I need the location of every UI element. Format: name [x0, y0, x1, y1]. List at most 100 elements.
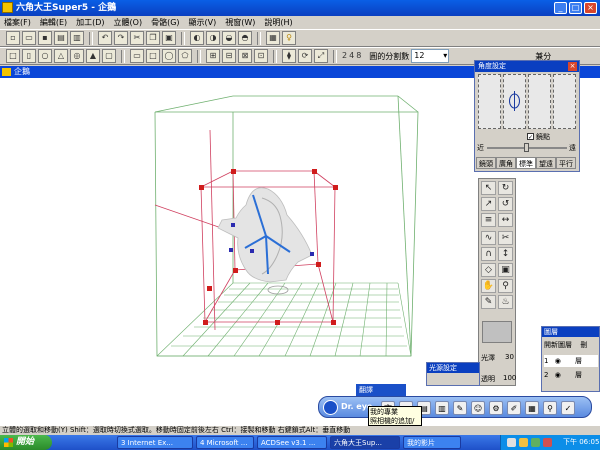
- hand-icon[interactable]: ✋: [481, 279, 496, 293]
- rotate-ccw-icon[interactable]: ↺: [498, 197, 513, 211]
- dreye-edit-icon[interactable]: ✐: [507, 401, 521, 415]
- dreye-search-icon[interactable]: ⚲: [543, 401, 557, 415]
- eye-icon[interactable]: ◉: [555, 357, 561, 365]
- shade-icon[interactable]: ◒: [222, 31, 236, 45]
- copy-icon[interactable]: ❐: [146, 31, 160, 45]
- task-internet-explorer[interactable]: 3 Internet Ex...: [117, 436, 193, 449]
- diamond-icon[interactable]: ◇: [481, 263, 496, 277]
- bone-tool-icon[interactable]: ≡: [481, 213, 496, 227]
- rotate-cw-icon[interactable]: ↻: [498, 181, 513, 195]
- window-title-bar[interactable]: 六角大王Super5 - 企鵝: [0, 0, 600, 16]
- preview-icon[interactable]: ▥: [70, 31, 84, 45]
- clock[interactable]: 下午 06:05: [563, 435, 599, 450]
- tray-icon[interactable]: [531, 438, 540, 447]
- stretch-icon[interactable]: ↔: [498, 213, 513, 227]
- cylinder-icon[interactable]: ▯: [22, 49, 36, 63]
- paste-icon[interactable]: ▣: [162, 31, 176, 45]
- save-icon[interactable]: ▪: [38, 31, 52, 45]
- segment-4-button[interactable]: 4: [349, 50, 354, 62]
- vertical-move-icon[interactable]: ↕: [498, 247, 513, 261]
- segment-count-select[interactable]: 12: [411, 49, 450, 63]
- tab-camera[interactable]: 鏡頭: [476, 157, 496, 169]
- segment-2-button[interactable]: 2: [342, 50, 347, 62]
- cube-icon[interactable]: □: [6, 49, 20, 63]
- torus-icon[interactable]: ◎: [70, 49, 84, 63]
- dropper-icon[interactable]: ✎: [481, 295, 496, 309]
- sphere-icon[interactable]: ○: [38, 49, 52, 63]
- tab-standard[interactable]: 標準: [516, 157, 536, 169]
- close-button[interactable]: ×: [584, 2, 597, 14]
- scale-icon[interactable]: ⤢: [314, 49, 328, 63]
- cut-icon[interactable]: ✂: [130, 31, 144, 45]
- dreye-user-icon[interactable]: ☺: [471, 401, 485, 415]
- angle-panel-close-button[interactable]: ×: [568, 62, 577, 71]
- dreye-logo-icon[interactable]: [323, 400, 338, 415]
- dreye-note-icon[interactable]: ✎: [453, 401, 467, 415]
- layer-row[interactable]: 2 ◉ 層: [544, 369, 598, 381]
- mirror-icon[interactable]: ⧫: [282, 49, 296, 63]
- new-file-icon[interactable]: ▫: [6, 31, 20, 45]
- tray-icon[interactable]: [519, 438, 528, 447]
- menu-solid[interactable]: 立體(O): [114, 17, 143, 28]
- view-pad-front[interactable]: [503, 74, 526, 129]
- view-side-icon[interactable]: ⊟: [222, 49, 236, 63]
- dreye-tool-icon[interactable]: ⚙: [489, 401, 503, 415]
- new-layer-button[interactable]: 開新圖層: [544, 341, 572, 349]
- dreye-dict-icon[interactable]: ▥: [435, 401, 449, 415]
- magnet-icon[interactable]: ∩: [481, 247, 496, 261]
- grid-icon[interactable]: ▦: [266, 31, 280, 45]
- light-panel-title[interactable]: 光源設定: [427, 363, 479, 373]
- tab-telephoto[interactable]: 望遠: [536, 157, 556, 169]
- light-icon[interactable]: ◓: [238, 31, 252, 45]
- scissors-icon[interactable]: ✂: [498, 231, 513, 245]
- zoom-icon[interactable]: ⚲: [498, 279, 513, 293]
- layer-panel-title[interactable]: 圖層: [542, 327, 599, 337]
- rect-icon[interactable]: ▭: [130, 49, 144, 63]
- tab-parallel[interactable]: 平行: [556, 157, 576, 169]
- paint-icon[interactable]: ♨: [498, 295, 513, 309]
- help-key-icon[interactable]: ♀: [282, 31, 296, 45]
- angle-panel-title[interactable]: 角度設定: [475, 61, 579, 72]
- render-icon[interactable]: ◐: [190, 31, 204, 45]
- eye-icon[interactable]: ◉: [555, 371, 561, 379]
- view-pad-left[interactable]: [478, 74, 501, 129]
- menu-file[interactable]: 檔案(F): [4, 17, 31, 28]
- redo-icon[interactable]: ↷: [114, 31, 128, 45]
- menu-bones[interactable]: 骨骼(G): [151, 17, 179, 28]
- view-pad-right[interactable]: [528, 74, 551, 129]
- mirror-checkbox[interactable]: ✓: [527, 133, 534, 141]
- cone-icon[interactable]: △: [54, 49, 68, 63]
- move-icon[interactable]: ↗: [481, 197, 496, 211]
- undo-icon[interactable]: ↶: [98, 31, 112, 45]
- rotate-icon[interactable]: ⟳: [298, 49, 312, 63]
- tab-wide[interactable]: 廣角: [496, 157, 516, 169]
- task-acdsee[interactable]: ACDSee v3.1 ...: [257, 436, 327, 449]
- color-swatch[interactable]: [482, 321, 512, 343]
- open-folder-icon[interactable]: ▭: [22, 31, 36, 45]
- dreye-text-icon[interactable]: ▦: [525, 401, 539, 415]
- curve-icon[interactable]: ∿: [481, 231, 496, 245]
- view-pad-back[interactable]: [553, 74, 576, 129]
- tray-icon[interactable]: [507, 438, 516, 447]
- task-my-videos[interactable]: 我的影片: [403, 436, 461, 449]
- pyramid-icon[interactable]: ▲: [86, 49, 100, 63]
- dreye-settings-icon[interactable]: ✓: [561, 401, 575, 415]
- print-icon[interactable]: ▤: [54, 31, 68, 45]
- menu-help[interactable]: 說明(H): [264, 17, 292, 28]
- tray-icon[interactable]: [543, 438, 552, 447]
- distance-slider-thumb[interactable]: [524, 143, 529, 152]
- square-icon[interactable]: □: [146, 49, 160, 63]
- select-arrow-icon[interactable]: ↖: [481, 181, 496, 195]
- dreye-tab[interactable]: 翻譯: [356, 384, 406, 396]
- layer-row[interactable]: 1 ◉ 層: [544, 355, 598, 367]
- wireframe-icon[interactable]: ◑: [206, 31, 220, 45]
- minimize-button[interactable]: _: [554, 2, 567, 14]
- view-top-icon[interactable]: ⊠: [238, 49, 252, 63]
- circle-icon[interactable]: ◯: [162, 49, 176, 63]
- menu-window[interactable]: 視窗(W): [225, 17, 255, 28]
- view-front-icon[interactable]: ⊞: [206, 49, 220, 63]
- menu-view[interactable]: 顯示(V): [189, 17, 217, 28]
- segment-8-button[interactable]: 8: [356, 50, 361, 62]
- delete-layer-button[interactable]: 刪: [580, 341, 587, 349]
- maximize-button[interactable]: □: [569, 2, 582, 14]
